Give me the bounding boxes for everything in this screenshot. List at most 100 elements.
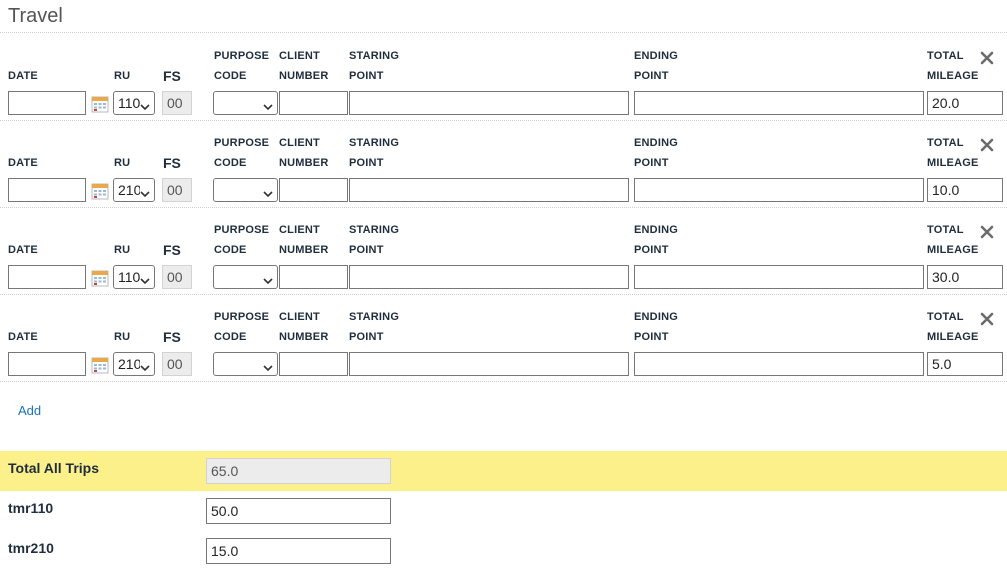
chevron-down-icon bbox=[262, 358, 274, 372]
ru-select[interactable]: 110 bbox=[113, 265, 155, 289]
end-label-1: ENDING bbox=[634, 224, 678, 236]
purpose-label-1: PURPOSE bbox=[214, 137, 270, 149]
purpose-code-select[interactable] bbox=[213, 91, 278, 115]
starting-point-input[interactable] bbox=[349, 178, 629, 202]
purpose-code-select[interactable] bbox=[213, 178, 278, 202]
end-label-1: ENDING bbox=[634, 137, 678, 149]
client-label-1: CLIENT bbox=[279, 50, 320, 62]
chevron-down-icon bbox=[139, 97, 151, 111]
close-icon[interactable] bbox=[979, 224, 995, 240]
fs-field: 00 bbox=[162, 352, 192, 376]
tmr210-label: tmr210 bbox=[8, 540, 54, 556]
client-label-1: CLIENT bbox=[279, 311, 320, 323]
chevron-down-icon bbox=[139, 271, 151, 285]
section-title: Travel bbox=[8, 5, 63, 27]
purpose-code-select[interactable] bbox=[213, 265, 278, 289]
client-number-input[interactable] bbox=[279, 178, 348, 202]
chevron-down-icon bbox=[262, 97, 274, 111]
client-number-input[interactable] bbox=[279, 352, 348, 376]
total-mileage-input[interactable]: 5.0 bbox=[927, 352, 1003, 376]
chevron-down-icon bbox=[139, 184, 151, 198]
close-icon[interactable] bbox=[979, 311, 995, 327]
close-icon[interactable] bbox=[979, 137, 995, 153]
ru-select-value: 110 bbox=[118, 95, 140, 111]
calendar-icon[interactable] bbox=[91, 356, 109, 374]
client-label-2: NUMBER bbox=[279, 331, 329, 343]
purpose-label-1: PURPOSE bbox=[214, 224, 270, 236]
date-input[interactable] bbox=[8, 91, 86, 115]
close-icon[interactable] bbox=[979, 50, 995, 66]
total-mileage-input[interactable]: 10.0 bbox=[927, 178, 1003, 202]
start-label-1: STARING bbox=[349, 50, 400, 62]
client-label-2: NUMBER bbox=[279, 157, 329, 169]
client-number-input[interactable] bbox=[279, 265, 348, 289]
start-label-2: POINT bbox=[349, 331, 384, 343]
start-label-2: POINT bbox=[349, 70, 384, 82]
total-mileage-input[interactable]: 30.0 bbox=[927, 265, 1003, 289]
total-label-2: MILEAGE bbox=[927, 70, 979, 82]
ru-select[interactable]: 110 bbox=[113, 91, 155, 115]
tmr110-label: tmr110 bbox=[8, 500, 54, 516]
fs-field: 00 bbox=[162, 265, 192, 289]
ending-point-input[interactable] bbox=[634, 91, 924, 115]
trip-row: PURPOSE CLIENT STARING ENDING TOTAL DATE… bbox=[0, 294, 1007, 382]
purpose-code-select[interactable] bbox=[213, 352, 278, 376]
ending-point-input[interactable] bbox=[634, 178, 924, 202]
starting-point-input[interactable] bbox=[349, 352, 629, 376]
ru-select[interactable]: 210 bbox=[113, 352, 155, 376]
purpose-label-2: CODE bbox=[214, 70, 247, 82]
date-label: DATE bbox=[8, 70, 38, 82]
fs-label: FS bbox=[163, 242, 181, 258]
starting-point-input[interactable] bbox=[349, 91, 629, 115]
ru-select-value: 110 bbox=[118, 269, 140, 285]
client-number-input[interactable] bbox=[279, 91, 348, 115]
fs-label: FS bbox=[163, 329, 181, 345]
chevron-down-icon bbox=[262, 184, 274, 198]
client-label-2: NUMBER bbox=[279, 70, 329, 82]
ending-point-input[interactable] bbox=[634, 265, 924, 289]
calendar-icon[interactable] bbox=[91, 269, 109, 287]
purpose-label-1: PURPOSE bbox=[214, 50, 270, 62]
starting-point-input[interactable] bbox=[349, 265, 629, 289]
end-label-1: ENDING bbox=[634, 50, 678, 62]
start-label-1: STARING bbox=[349, 311, 400, 323]
fs-field: 00 bbox=[162, 91, 192, 115]
end-label-2: POINT bbox=[634, 70, 669, 82]
end-label-1: ENDING bbox=[634, 311, 678, 323]
fs-field: 00 bbox=[162, 178, 192, 202]
trip-row: PURPOSE CLIENT STARING ENDING TOTAL DATE… bbox=[0, 207, 1007, 295]
purpose-label-2: CODE bbox=[214, 331, 247, 343]
total-band bbox=[0, 451, 1007, 491]
end-label-2: POINT bbox=[634, 157, 669, 169]
tmr210-field[interactable]: 15.0 bbox=[206, 538, 391, 564]
total-mileage-input[interactable]: 20.0 bbox=[927, 91, 1003, 115]
date-label: DATE bbox=[8, 244, 38, 256]
start-label-2: POINT bbox=[349, 157, 384, 169]
total-label-1: TOTAL bbox=[927, 224, 964, 236]
total-all-trips-label: Total All Trips bbox=[8, 460, 100, 476]
add-trip-link[interactable]: Add bbox=[18, 403, 41, 418]
total-label-2: MILEAGE bbox=[927, 331, 979, 343]
date-input[interactable] bbox=[8, 178, 86, 202]
date-input[interactable] bbox=[8, 352, 86, 376]
trip-row: PURPOSE CLIENT STARING ENDING TOTAL DATE… bbox=[0, 33, 1007, 121]
ru-label: RU bbox=[114, 70, 131, 82]
ending-point-input[interactable] bbox=[634, 352, 924, 376]
calendar-icon[interactable] bbox=[91, 95, 109, 113]
total-label-2: MILEAGE bbox=[927, 157, 979, 169]
date-input[interactable] bbox=[8, 265, 86, 289]
chevron-down-icon bbox=[262, 271, 274, 285]
tmr110-field[interactable]: 50.0 bbox=[206, 498, 391, 524]
ru-select[interactable]: 210 bbox=[113, 178, 155, 202]
purpose-label-1: PURPOSE bbox=[214, 311, 270, 323]
total-label-1: TOTAL bbox=[927, 311, 964, 323]
total-all-trips-field: 65.0 bbox=[206, 458, 391, 484]
start-label-1: STARING bbox=[349, 137, 400, 149]
fs-label: FS bbox=[163, 68, 181, 84]
total-label-1: TOTAL bbox=[927, 137, 964, 149]
calendar-icon[interactable] bbox=[91, 182, 109, 200]
client-label-1: CLIENT bbox=[279, 137, 320, 149]
start-label-2: POINT bbox=[349, 244, 384, 256]
ru-label: RU bbox=[114, 331, 131, 343]
date-label: DATE bbox=[8, 157, 38, 169]
